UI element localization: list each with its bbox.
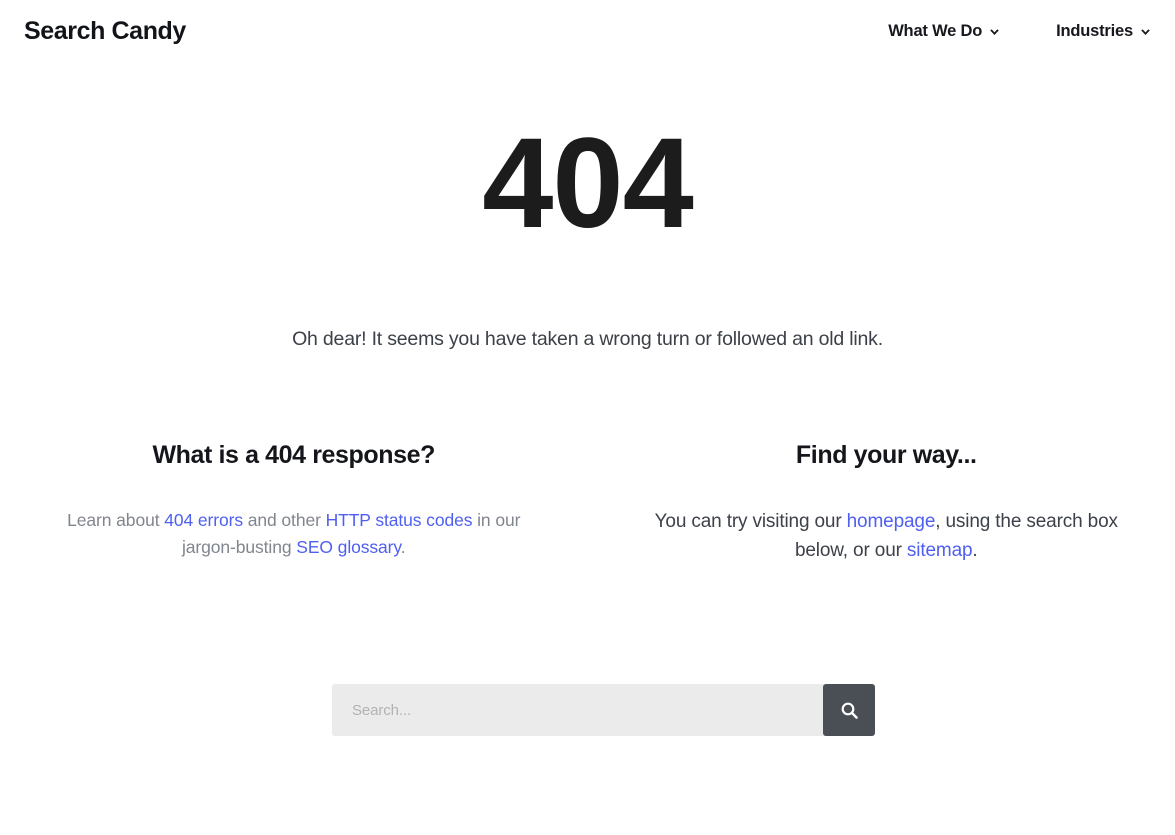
link-seo-glossary[interactable]: SEO glossary xyxy=(296,537,401,557)
info-columns: What is a 404 response? Learn about 404 … xyxy=(0,440,1175,566)
search-form xyxy=(332,684,875,736)
nav-item-label: Industries xyxy=(1056,21,1133,40)
search-input[interactable] xyxy=(332,684,825,736)
column-find-your-way: Find your way... You can try visiting ou… xyxy=(588,440,1175,566)
chevron-down-icon xyxy=(989,27,1000,38)
column-body: You can try visiting our homepage, using… xyxy=(628,507,1146,566)
text-fragment: Learn about xyxy=(67,510,165,530)
column-body: Learn about 404 errors and other HTTP st… xyxy=(60,507,528,561)
column-what-is-404: What is a 404 response? Learn about 404 … xyxy=(0,440,588,566)
search-icon xyxy=(840,701,859,720)
error-hero: 404 Oh dear! It seems you have taken a w… xyxy=(0,120,1175,354)
link-sitemap[interactable]: sitemap xyxy=(907,540,973,561)
text-fragment: and other xyxy=(243,510,326,530)
column-title: What is a 404 response? xyxy=(152,441,436,469)
link-homepage[interactable]: homepage xyxy=(847,511,936,532)
error-subtitle: Oh dear! It seems you have taken a wrong… xyxy=(292,328,883,350)
text-fragment: . xyxy=(972,540,978,562)
error-code: 404 xyxy=(482,112,694,255)
link-http-status-codes[interactable]: HTTP status codes xyxy=(326,510,473,530)
nav-item-industries[interactable]: Industries xyxy=(1056,22,1151,41)
search-submit-button[interactable] xyxy=(823,684,875,736)
link-404-errors[interactable]: 404 errors xyxy=(164,510,243,530)
site-header: Search Candy What We Do Industries xyxy=(0,0,1175,62)
main-navigation: What We Do Industries xyxy=(888,22,1151,41)
page-root: Search Candy What We Do Industries 404 O… xyxy=(0,0,1175,835)
text-fragment: . xyxy=(400,537,406,558)
text-fragment: You can try visiting our xyxy=(654,511,847,532)
nav-item-what-we-do[interactable]: What We Do xyxy=(888,22,1000,41)
chevron-down-icon xyxy=(1140,27,1151,38)
site-logo[interactable]: Search Candy xyxy=(24,18,186,44)
column-title: Find your way... xyxy=(795,441,977,469)
nav-item-label: What We Do xyxy=(888,21,983,40)
